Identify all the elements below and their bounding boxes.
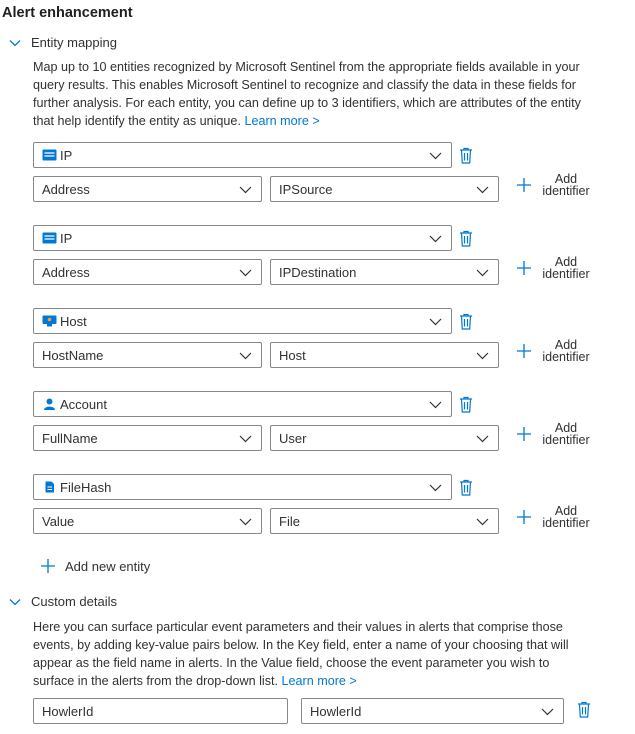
add-identifier-label: Add identifier: [540, 256, 592, 281]
add-identifier-label: Add identifier: [540, 422, 592, 447]
entity-type-text: IP: [60, 147, 73, 163]
add-identifier-line2: identifier: [542, 433, 590, 447]
entity-type-dropdown[interactable]: FileHash: [33, 474, 452, 500]
add-identifier-button[interactable]: Add identifier: [516, 173, 592, 197]
delete-entity-icon[interactable]: [459, 396, 473, 413]
add-identifier-button[interactable]: Add identifier: [516, 505, 592, 529]
chevron-down-icon: [429, 235, 442, 243]
identifier-dropdown[interactable]: FullName: [33, 425, 262, 451]
ip-icon: [42, 149, 60, 161]
chevron-down-icon: [239, 269, 252, 277]
add-identifier-button[interactable]: Add identifier: [516, 339, 592, 363]
custom-details-description: Here you can surface particular event pa…: [33, 618, 593, 690]
entity-mapping-description: Map up to 10 entities recognized by Micr…: [33, 58, 593, 130]
plus-icon: [517, 261, 531, 275]
entity-type-dropdown[interactable]: IP: [33, 142, 452, 168]
chevron-down-icon: [476, 352, 489, 360]
custom-detail-value-text: HowlerId: [310, 703, 362, 719]
add-new-entity-label: Add new entity: [65, 558, 151, 574]
column-text: IPDestination: [279, 264, 357, 280]
delete-entity-icon[interactable]: [459, 313, 473, 330]
plus-icon: [41, 559, 55, 573]
add-identifier-label: Add identifier: [540, 339, 592, 364]
delete-entity-icon[interactable]: [459, 479, 473, 496]
delete-custom-detail-icon[interactable]: [577, 701, 591, 718]
add-identifier-label: Add identifier: [540, 505, 592, 530]
plus-icon: [517, 427, 531, 441]
entity-type-text: IP: [60, 230, 73, 246]
identifier-dropdown[interactable]: Value: [33, 508, 262, 534]
identifier-text: Value: [42, 513, 75, 529]
entity-mapping-toggle[interactable]: Entity mapping: [8, 35, 117, 50]
chevron-down-icon: [239, 352, 252, 360]
column-dropdown[interactable]: Host: [270, 342, 499, 368]
column-text: User: [279, 430, 307, 446]
chevron-down-icon: [476, 269, 489, 277]
column-dropdown[interactable]: IPDestination: [270, 259, 499, 285]
column-text: Host: [279, 347, 306, 363]
ip-icon: [42, 232, 60, 244]
add-identifier-line2: identifier: [542, 184, 590, 198]
identifier-text: Address: [42, 264, 90, 280]
chevron-down-icon: [239, 435, 252, 443]
add-identifier-line2: identifier: [542, 350, 590, 364]
chevron-down-icon: [429, 401, 442, 409]
chevron-down-icon: [9, 39, 21, 46]
custom-details-toggle[interactable]: Custom details: [8, 594, 117, 609]
plus-icon: [517, 178, 531, 192]
entity-type-dropdown[interactable]: Host: [33, 308, 452, 334]
chevron-down-icon: [429, 484, 442, 492]
chevron-down-icon: [429, 152, 442, 160]
section-title: Alert enhancement: [2, 5, 133, 21]
custom-details-learn-more-link[interactable]: Learn more >: [282, 674, 357, 688]
add-identifier-label: Add identifier: [540, 173, 592, 198]
chevron-down-icon: [429, 318, 442, 326]
host-icon: [42, 315, 60, 327]
add-identifier-button[interactable]: Add identifier: [516, 256, 592, 280]
account-icon: [42, 398, 60, 410]
entity-type-text: Account: [60, 396, 107, 412]
delete-entity-icon[interactable]: [459, 147, 473, 164]
entity-mapping-learn-more-link[interactable]: Learn more >: [244, 114, 319, 128]
custom-details-label: Custom details: [31, 594, 117, 609]
chevron-down-icon: [239, 186, 252, 194]
column-dropdown[interactable]: File: [270, 508, 499, 534]
entity-type-text: FileHash: [60, 479, 112, 495]
column-dropdown[interactable]: IPSource: [270, 176, 499, 202]
chevron-down-icon: [476, 435, 489, 443]
column-text: IPSource: [279, 181, 333, 197]
entity-type-dropdown[interactable]: IP: [33, 225, 452, 251]
identifier-dropdown[interactable]: Address: [33, 176, 262, 202]
filehash-icon: [42, 481, 60, 493]
custom-detail-value-dropdown[interactable]: HowlerId: [301, 698, 564, 724]
identifier-dropdown[interactable]: HostName: [33, 342, 262, 368]
plus-icon: [517, 344, 531, 358]
chevron-down-icon: [541, 708, 554, 716]
identifier-text: Address: [42, 181, 90, 197]
identifier-text: FullName: [42, 430, 98, 446]
delete-entity-icon[interactable]: [459, 230, 473, 247]
entity-mapping-label: Entity mapping: [31, 35, 117, 50]
add-identifier-line2: identifier: [542, 267, 590, 281]
chevron-down-icon: [476, 186, 489, 194]
chevron-down-icon: [239, 518, 252, 526]
identifier-dropdown[interactable]: Address: [33, 259, 262, 285]
custom-detail-key-input[interactable]: HowlerId: [33, 698, 288, 724]
chevron-down-icon: [476, 518, 489, 526]
column-text: File: [279, 513, 300, 529]
identifier-text: HostName: [42, 347, 104, 363]
add-identifier-line2: identifier: [542, 516, 590, 530]
chevron-down-icon: [9, 598, 21, 605]
add-identifier-button[interactable]: Add identifier: [516, 422, 592, 446]
entity-type-text: Host: [60, 313, 87, 329]
add-new-entity-button[interactable]: Add new entity: [40, 558, 150, 574]
column-dropdown[interactable]: User: [270, 425, 499, 451]
entity-type-dropdown[interactable]: Account: [33, 391, 452, 417]
plus-icon: [517, 510, 531, 524]
